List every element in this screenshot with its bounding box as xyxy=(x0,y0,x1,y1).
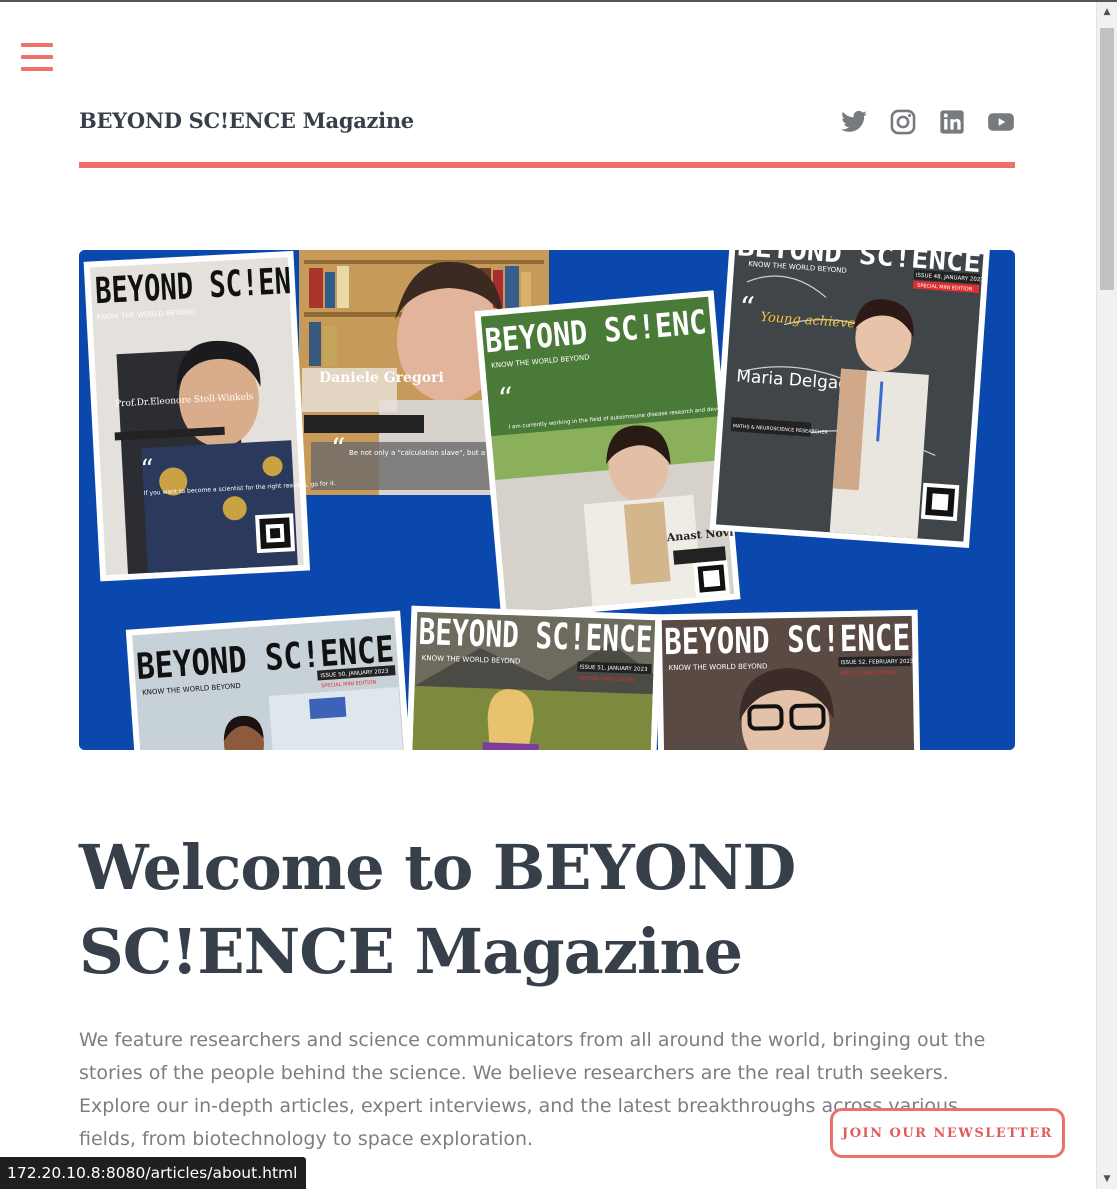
magazine-cover: BEYOND SC!ENCE KNOW THE WORLD BEYOND ISS… xyxy=(125,610,412,750)
instagram-icon[interactable] xyxy=(889,108,917,136)
menu-line xyxy=(21,55,53,59)
linkedin-icon[interactable] xyxy=(938,108,966,136)
svg-text:“: “ xyxy=(497,381,515,417)
site-title[interactable]: BEYOND SC!ENCE Magazine xyxy=(79,108,414,133)
vertical-scrollbar[interactable]: ▲ ▼ xyxy=(1096,2,1117,1189)
scroll-up-arrow-icon[interactable]: ▲ xyxy=(1097,2,1117,22)
join-newsletter-button[interactable]: JOIN OUR NEWSLETTER xyxy=(830,1108,1065,1158)
magazine-covers-collage: Daniele Gregori “ Be not only a "calcula… xyxy=(79,250,1015,750)
magazine-cover: BEYOND SC!ENCE KNOW THE WORLD BEYOND ISS… xyxy=(655,609,921,750)
cover-title: BEYOND SC!ENCE xyxy=(664,618,911,663)
status-bar-url: 172.20.10.8:8080/articles/about.html xyxy=(0,1157,306,1189)
scroll-down-arrow-icon[interactable]: ▼ xyxy=(1097,1169,1117,1189)
twitter-icon[interactable] xyxy=(840,108,868,136)
cover-name: Daniele Gregori xyxy=(319,370,444,386)
svg-text:“: “ xyxy=(331,432,345,465)
menu-line xyxy=(21,43,53,47)
magazine-cover: BEYOND SC!ENCE KNOW THE WORLD BEYOND ISS… xyxy=(709,250,990,549)
hamburger-menu-icon[interactable] xyxy=(21,43,53,71)
cover-edition: SPECIAL MINI EDITION xyxy=(841,670,897,677)
svg-text:“: “ xyxy=(738,290,756,326)
youtube-icon[interactable] xyxy=(987,108,1015,136)
hero-image: Daniele Gregori “ Be not only a "calcula… xyxy=(79,250,1015,750)
window-top-border xyxy=(0,0,1117,2)
cover-issue: ISSUE 52, FEBRUARY 2023 xyxy=(840,659,914,666)
social-links xyxy=(840,108,1015,136)
scrollbar-thumb[interactable] xyxy=(1100,28,1114,290)
magazine-cover: BEYOND SC!ENCE KNOW THE WORLD BEYOND ISS… xyxy=(405,605,662,750)
cover-title: BEYOND SC!ENCE xyxy=(418,612,653,661)
welcome-heading: Welcome to BEYOND SC!ENCE Magazine xyxy=(79,831,796,988)
svg-text:“: “ xyxy=(140,454,155,485)
menu-line xyxy=(21,67,53,71)
header-divider xyxy=(79,162,1015,168)
